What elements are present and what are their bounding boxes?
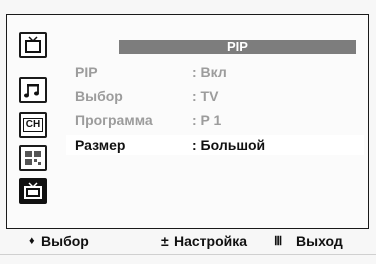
setup-icon[interactable] [19,145,47,171]
menu-title-bar: PIP [119,40,356,54]
exit-label: Выход [296,233,343,249]
plus-minus-icon: ± [161,233,169,249]
channel-icon[interactable]: CH [19,112,47,138]
menu-button-icon: Ⅲ [274,234,283,248]
menu-row-value: : TV [192,88,219,104]
menu-title: PIP [227,39,248,54]
menu-row-program[interactable]: Программа : P 1 [75,110,356,130]
menu-row-value: : Большой [192,137,266,153]
picture-icon[interactable] [19,32,47,58]
menu-row-label: Размер [75,137,126,153]
menu-row-label: Программа [75,112,153,128]
updown-arrow-icon: ♦ [29,235,35,247]
bottom-divider [0,254,376,255]
menu-row-source[interactable]: Выбор : TV [75,86,356,106]
input-icon[interactable] [19,178,47,204]
channel-icon-label: CH [22,118,44,132]
menu-row-pip[interactable]: PIP : Вкл [75,62,356,82]
menu-row-label: Выбор [75,88,123,104]
move-label: Выбор [41,233,89,249]
sound-icon[interactable] [19,77,47,103]
menu-row-value: : Вкл [192,64,227,80]
menu-row-label: PIP [75,64,98,80]
menu-row-value: : P 1 [192,112,222,128]
button-guide-bar: ♦ Выбор ± Настройка Ⅲ Выход [19,230,360,252]
adjust-label: Настройка [174,233,248,249]
menu-row-size[interactable]: Размер : Большой [66,135,364,155]
